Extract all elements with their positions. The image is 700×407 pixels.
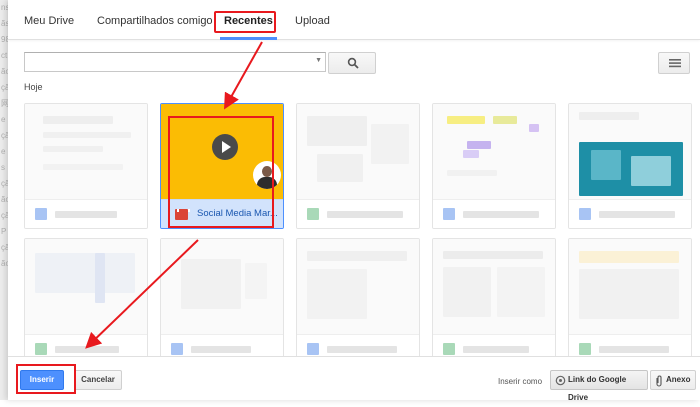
file-card[interactable] bbox=[568, 238, 692, 364]
insert-as-label: Inserir como bbox=[498, 377, 543, 386]
list-view-icon bbox=[669, 59, 681, 68]
file-thumbnail bbox=[161, 239, 283, 334]
tab-upload[interactable]: Upload bbox=[295, 0, 330, 40]
annotation-highlight-file bbox=[168, 116, 274, 228]
file-card[interactable] bbox=[24, 238, 148, 364]
file-thumbnail bbox=[297, 239, 419, 334]
attachment-button[interactable]: Anexo bbox=[650, 370, 696, 390]
cancel-button[interactable]: Cancelar bbox=[74, 370, 122, 390]
file-card[interactable] bbox=[296, 103, 420, 229]
paperclip-icon bbox=[656, 375, 662, 387]
action-bar: Inserir Cancelar Inserir como Link do Go… bbox=[8, 356, 700, 402]
file-thumbnail bbox=[569, 104, 691, 199]
search-icon bbox=[347, 57, 359, 69]
drive-link-button[interactable]: Link do Google Drive bbox=[550, 370, 648, 402]
file-thumbnail bbox=[569, 239, 691, 334]
file-card[interactable] bbox=[296, 238, 420, 364]
file-card[interactable] bbox=[432, 238, 556, 364]
file-card[interactable] bbox=[568, 103, 692, 229]
drive-picker-dialog: Meu Drive Compartilhados comigo Recentes… bbox=[8, 0, 700, 402]
annotation-highlight-tab bbox=[214, 11, 276, 33]
link-icon bbox=[555, 375, 566, 386]
file-thumbnail bbox=[433, 104, 555, 199]
section-label-today: Hoje bbox=[24, 82, 43, 92]
search-button[interactable] bbox=[328, 52, 376, 74]
file-thumbnail bbox=[433, 239, 555, 334]
file-thumbnail bbox=[297, 104, 419, 199]
tab-meu-drive[interactable]: Meu Drive bbox=[24, 0, 74, 40]
file-card[interactable] bbox=[432, 103, 556, 229]
tab-bar: Meu Drive Compartilhados comigo Recentes… bbox=[8, 0, 700, 40]
search-input[interactable] bbox=[24, 52, 326, 72]
file-thumbnail bbox=[25, 239, 147, 334]
file-card[interactable] bbox=[160, 238, 284, 364]
annotation-highlight-insert bbox=[16, 364, 76, 394]
file-thumbnail bbox=[25, 104, 147, 199]
list-view-button[interactable] bbox=[658, 52, 690, 74]
tab-compartilhados-comigo[interactable]: Compartilhados comigo bbox=[97, 0, 213, 40]
file-card[interactable] bbox=[24, 103, 148, 229]
active-tab-indicator bbox=[220, 37, 277, 40]
